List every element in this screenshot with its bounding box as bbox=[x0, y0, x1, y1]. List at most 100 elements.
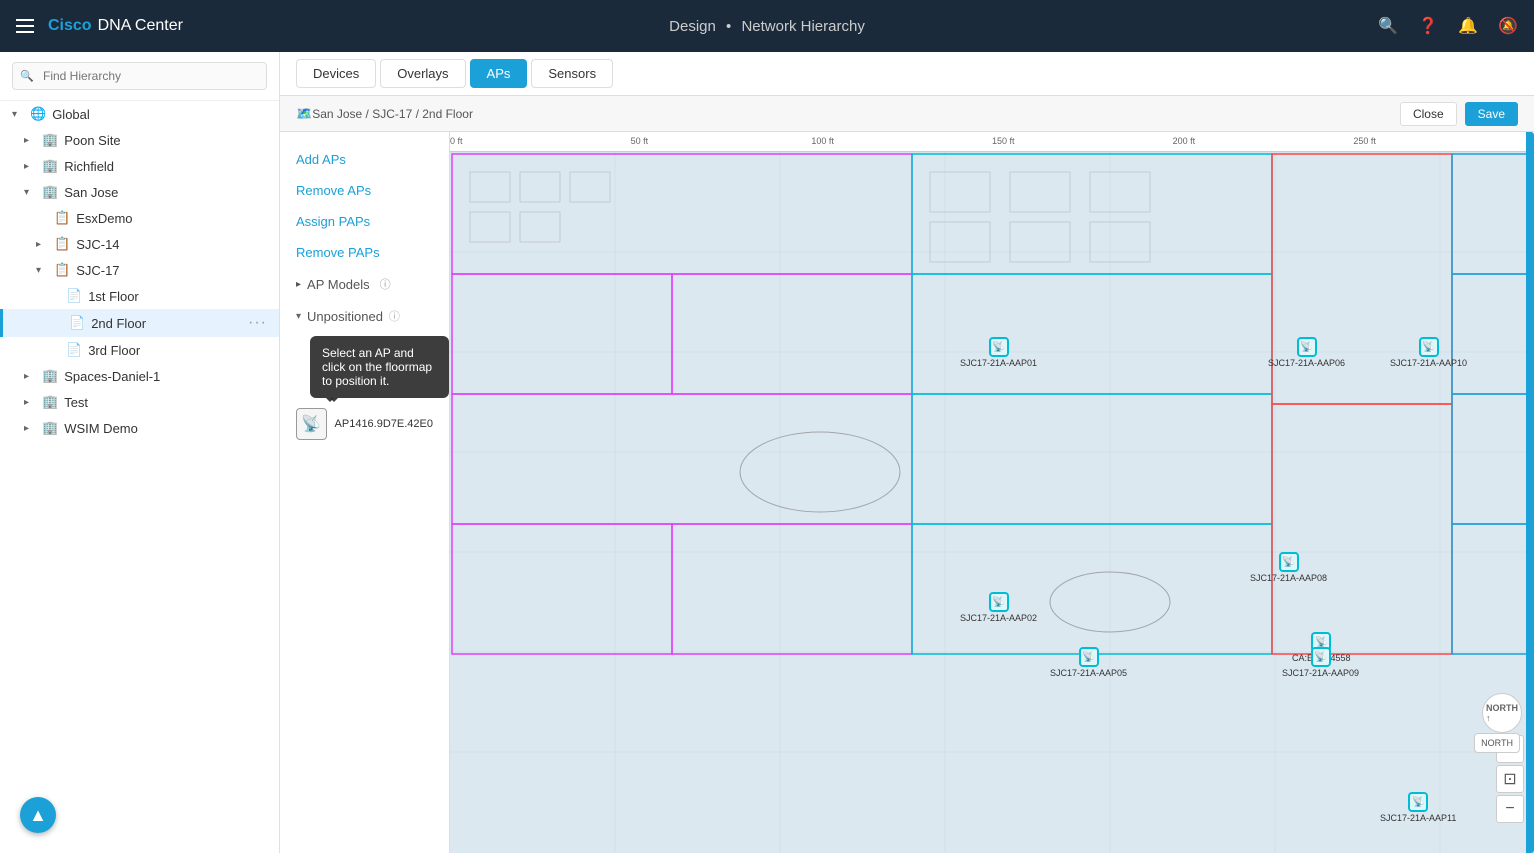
tab-devices[interactable]: Devices bbox=[296, 59, 376, 88]
sidebar-item-esxdemo[interactable]: 📋EsxDemo bbox=[0, 205, 279, 231]
compass: NORTH↑ bbox=[1482, 693, 1522, 733]
add-aps-link[interactable]: Add APs bbox=[280, 144, 449, 175]
unpositioned-info-icon: ⓘ bbox=[389, 308, 400, 324]
tree-icon: 📄 bbox=[66, 342, 82, 358]
ap-pin-icon: 📡 bbox=[1279, 552, 1299, 572]
ap-pin-ap15[interactable]: 📡SJC17-21A-AAP11 bbox=[1380, 792, 1456, 823]
sidebar-item-san-jose[interactable]: ▾🏢San Jose bbox=[0, 179, 279, 205]
search-icon[interactable]: 🔍 bbox=[1378, 16, 1398, 36]
tree-icon: 🏢 bbox=[42, 184, 58, 200]
tab-bar: Devices Overlays APs Sensors bbox=[280, 52, 1534, 96]
tooltip-text: Select an AP and click on the floormap t… bbox=[322, 346, 432, 388]
sidebar-search bbox=[0, 52, 279, 101]
ap-name: AP1416.9D7E.42E0 bbox=[335, 418, 433, 430]
sidebar-item-2nd-floor[interactable]: 📄 2nd Floor ··· bbox=[0, 309, 279, 337]
tree-label: Global bbox=[52, 107, 90, 122]
sidebar-item-test[interactable]: ▸🏢Test bbox=[0, 389, 279, 415]
tree-icon: 🌐 bbox=[30, 106, 46, 122]
bell-icon[interactable]: 🔕 bbox=[1498, 16, 1518, 36]
content-area: Devices Overlays APs Sensors 🗺️ San Jose… bbox=[280, 52, 1534, 853]
north-indicator: NORTH bbox=[1474, 733, 1520, 753]
unpositioned-label: Unpositioned bbox=[307, 309, 383, 324]
brand-cisco: Cisco bbox=[48, 17, 92, 35]
tree-dots-menu[interactable]: ··· bbox=[248, 314, 267, 332]
tree-label: Spaces-Daniel-1 bbox=[64, 369, 160, 384]
floor-icon: 🗺️ bbox=[296, 106, 312, 122]
ap-pin-label: SJC17-21A-AAP05 bbox=[1050, 668, 1127, 678]
tree-icon: 📋 bbox=[54, 262, 70, 278]
tree-icon: 📄 bbox=[69, 315, 85, 331]
tree-arrow: ▸ bbox=[24, 397, 36, 408]
zoom-fit-button[interactable]: ⊡ bbox=[1496, 765, 1524, 793]
ap-pin-icon: 📡 bbox=[1311, 647, 1331, 667]
zoom-out-button[interactable]: − bbox=[1496, 795, 1524, 823]
ruler-label: 100 ft bbox=[811, 136, 834, 146]
tree-label: SJC-14 bbox=[76, 237, 119, 252]
ap-pin-label: SJC17-21A-AAP06 bbox=[1268, 358, 1345, 368]
floor-map[interactable]: 0 ft50 ft100 ft150 ft200 ft250 ft300 ft bbox=[450, 132, 1534, 853]
ap-pin-ap13[interactable]: 📡SJC17-21A-AAP05 bbox=[1050, 647, 1127, 678]
tree-icon: 🏢 bbox=[42, 132, 58, 148]
notification-icon[interactable]: 🔔 bbox=[1458, 16, 1478, 36]
tree-arrow: ▸ bbox=[24, 371, 36, 382]
tree-label: EsxDemo bbox=[76, 211, 132, 226]
ruler-label: 50 ft bbox=[631, 136, 649, 146]
sidebar-item-spaces-daniel-1[interactable]: ▸ 🏢 Spaces-Daniel-1 bbox=[0, 363, 279, 389]
ap-pin-label: SJC17-21A-AAP09 bbox=[1282, 668, 1359, 678]
unpositioned-section[interactable]: ▾ Unpositioned ⓘ bbox=[280, 300, 449, 332]
sidebar-item-sjc-14[interactable]: ▸📋SJC-14 bbox=[0, 231, 279, 257]
tree-label: 2nd Floor bbox=[91, 316, 146, 331]
tab-aps[interactable]: APs bbox=[470, 59, 528, 88]
brand-logo: Cisco DNA Center bbox=[48, 17, 183, 35]
ap-pin-ap4[interactable]: 📡SJC17-21A-AAP02 bbox=[960, 592, 1037, 623]
tree-arrow: ▸ bbox=[36, 239, 48, 250]
tree-label: WSIM Demo bbox=[64, 421, 138, 436]
hamburger-menu[interactable] bbox=[16, 19, 34, 33]
main-layout: ▾ 🌐 Global ▸ 🏢 Poon Site ▸🏢Richfield▾🏢San Jose… bbox=[0, 52, 1534, 853]
top-nav: Cisco DNA Center Design • Network Hierar… bbox=[0, 0, 1534, 52]
assign-paps-link[interactable]: Assign PAPs bbox=[280, 206, 449, 237]
fab-icon: ▲ bbox=[29, 805, 47, 826]
search-input[interactable] bbox=[12, 62, 267, 90]
floor-path: San Jose / SJC-17 / 2nd Floor bbox=[312, 107, 473, 121]
fab-button[interactable]: ▲ bbox=[20, 797, 56, 833]
tree-icon: 🏢 bbox=[42, 368, 58, 384]
tree-label: Poon Site bbox=[64, 133, 120, 148]
ap-pin-ap2[interactable]: 📡SJC17-21A-AAP06 bbox=[1268, 337, 1345, 368]
sidebar-item-sjc-17[interactable]: ▾📋SJC-17 bbox=[0, 257, 279, 283]
sidebar-item-1st-floor[interactable]: 📄1st Floor bbox=[0, 283, 279, 309]
sidebar-item-wsim-demo[interactable]: ▸🏢WSIM Demo bbox=[0, 415, 279, 441]
ap-pin-label: SJC17-21A-AAP02 bbox=[960, 613, 1037, 623]
ap-pin-icon: 📡 bbox=[1419, 337, 1439, 357]
ap-list-item[interactable]: 📡 AP1416.9D7E.42E0 bbox=[280, 398, 449, 450]
scroll-indicator[interactable] bbox=[1526, 132, 1534, 853]
compass-label: NORTH↑ bbox=[1486, 703, 1518, 723]
sidebar-item-3rd-floor[interactable]: 📄3rd Floor bbox=[0, 337, 279, 363]
remove-aps-link[interactable]: Remove APs bbox=[280, 175, 449, 206]
ap-pin-icon: 📡 bbox=[989, 337, 1009, 357]
tree-label: SJC-17 bbox=[76, 263, 119, 278]
sidebar-item-richfield[interactable]: ▸🏢Richfield bbox=[0, 153, 279, 179]
save-button[interactable]: Save bbox=[1465, 102, 1518, 126]
ap-pin-ap3[interactable]: 📡SJC17-21A-AAP10 bbox=[1390, 337, 1467, 368]
sidebar-item-poon-site[interactable]: ▸🏢Poon Site bbox=[0, 127, 279, 153]
ap-pin-ap1[interactable]: 📡SJC17-21A-AAP01 bbox=[960, 337, 1037, 368]
ap-pin-ap5[interactable]: 📡SJC17-21A-AAP08 bbox=[1250, 552, 1327, 583]
remove-paps-link[interactable]: Remove PAPs bbox=[280, 237, 449, 268]
ap-pin-label: SJC17-21A-AAP08 bbox=[1250, 573, 1327, 583]
unpositioned-arrow: ▾ bbox=[296, 311, 301, 322]
ap-pin-icon: 📡 bbox=[1408, 792, 1428, 812]
sidebar: ▾🌐Global▸🏢Poon Site▸🏢Richfield▾🏢San Jose… bbox=[0, 52, 280, 853]
close-button[interactable]: Close bbox=[1400, 102, 1457, 126]
sidebar-item-global[interactable]: ▾🌐Global bbox=[0, 101, 279, 127]
tooltip-wrapper: Select an AP and click on the floormap t… bbox=[310, 336, 449, 398]
ap-models-section[interactable]: ▸ AP Models ⓘ bbox=[280, 268, 449, 300]
tab-overlays[interactable]: Overlays bbox=[380, 59, 465, 88]
help-icon[interactable]: ❓ bbox=[1418, 16, 1438, 36]
map-container: Add APs Remove APs Assign PAPs Remove PA… bbox=[280, 132, 1534, 853]
ap-pin-ap9[interactable]: 📡SJC17-21A-AAP09 bbox=[1282, 647, 1359, 678]
ap-pin-icon: 📡 bbox=[989, 592, 1009, 612]
tab-sensors[interactable]: Sensors bbox=[531, 59, 613, 88]
ruler-label: 250 ft bbox=[1353, 136, 1376, 146]
tree-arrow: ▸ bbox=[24, 161, 36, 172]
